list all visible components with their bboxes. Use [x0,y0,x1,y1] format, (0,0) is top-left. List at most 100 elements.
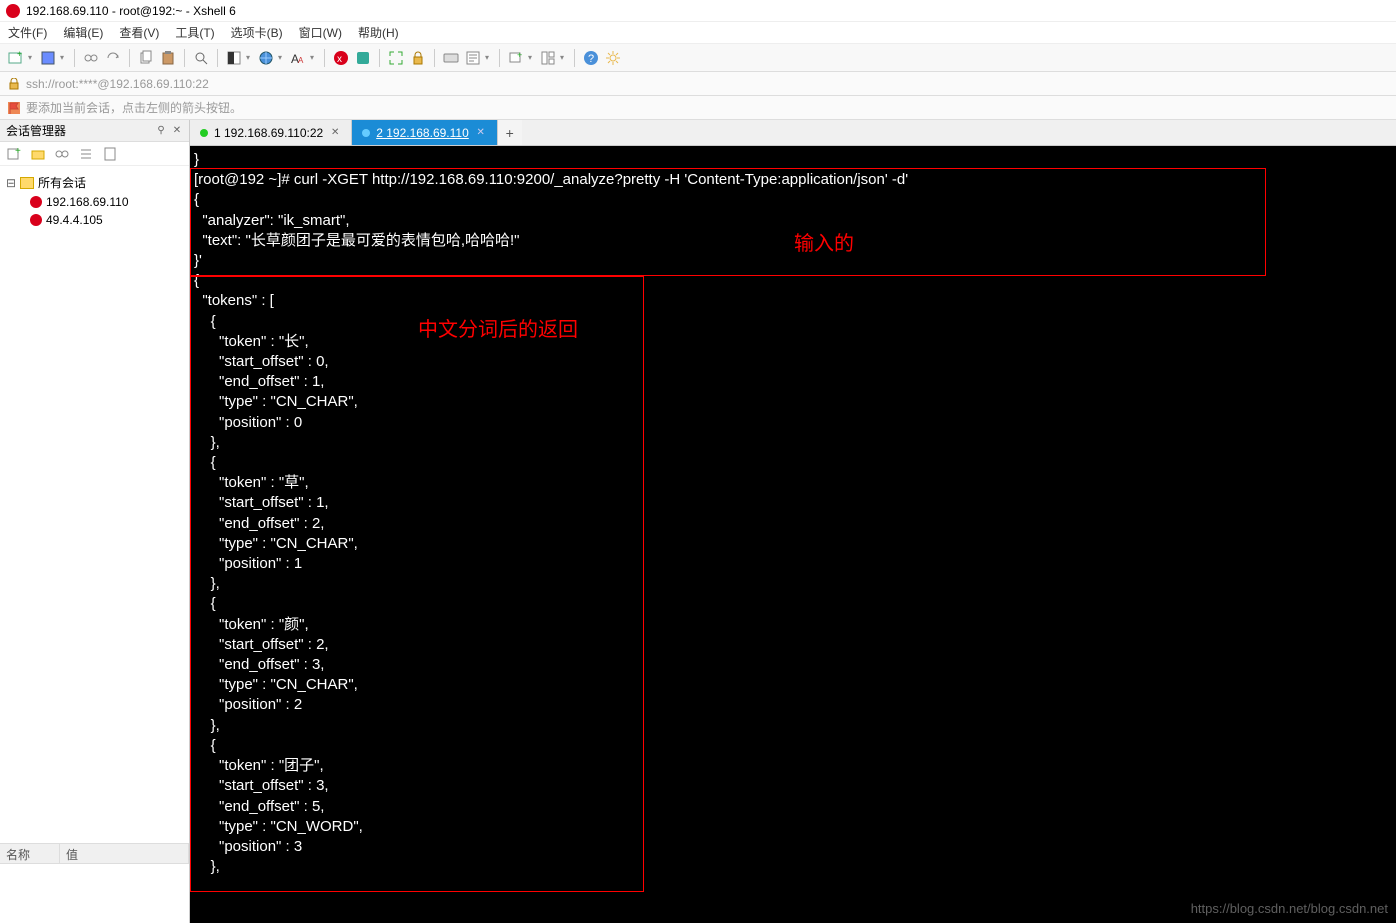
dropdown-icon[interactable]: ▾ [308,50,316,66]
dropdown-icon[interactable]: ▾ [244,50,252,66]
content-area: 1 192.168.69.110:22 ✕ 2 192.168.69.110 ✕… [190,120,1396,923]
toolbar-separator [324,49,325,67]
lock-icon [8,78,20,90]
color-scheme-icon[interactable] [226,50,242,66]
toolbar-separator [499,49,500,67]
menu-view[interactable]: 查看(V) [119,24,159,41]
list-icon[interactable] [78,146,94,162]
annotation-box-input [190,168,1266,276]
col-name[interactable]: 名称 [0,844,60,863]
window-title-bar: 192.168.69.110 - root@192:~ - Xshell 6 [0,0,1396,22]
tip-text: 要添加当前会话，点击左侧的箭头按钮。 [26,99,242,116]
address-bar: ssh://root:****@192.168.69.110:22 [0,72,1396,96]
toolbar-separator [184,49,185,67]
toolbar-separator [574,49,575,67]
dropdown-icon[interactable]: ▾ [558,50,566,66]
status-dot-icon [362,129,370,137]
reconnect-icon[interactable] [105,50,121,66]
tab-close-icon[interactable]: ✕ [475,127,487,139]
main-area: 会话管理器 ⚲ ✕ + ⊟ 所有会话 192.168.69.110 [0,120,1396,923]
svg-text:+: + [15,146,21,157]
fullscreen-icon[interactable] [388,50,404,66]
xshell-icon[interactable]: x [333,50,349,66]
sidebar-toolbar: + [0,142,189,166]
session-icon [30,196,42,208]
script-icon[interactable] [465,50,481,66]
globe-icon[interactable] [258,50,274,66]
properties-icon[interactable] [102,146,118,162]
toolbar-separator [217,49,218,67]
sidebar-columns: 名称 值 [0,843,189,863]
menu-edit[interactable]: 编辑(E) [63,24,103,41]
sidebar-detail-pane [0,863,189,923]
copy-icon[interactable] [138,50,154,66]
search-icon[interactable] [193,50,209,66]
tab-bar: 1 192.168.69.110:22 ✕ 2 192.168.69.110 ✕… [190,120,1396,146]
new-folder-icon[interactable] [30,146,46,162]
annotation-label-output: 中文分词后的返回 [418,320,578,340]
annotation-label-input: 输入的 [794,234,854,254]
settings-icon[interactable] [605,50,621,66]
menu-help[interactable]: 帮助(H) [358,24,399,41]
font-icon[interactable]: AA [290,50,306,66]
close-icon[interactable]: ✕ [171,125,183,137]
menu-file[interactable]: 文件(F) [8,24,47,41]
dropdown-icon[interactable]: ▾ [26,50,34,66]
lock-icon[interactable] [410,50,426,66]
menu-window[interactable]: 窗口(W) [299,24,342,41]
svg-text:x: x [337,54,342,65]
app-icon [6,4,20,18]
keyboard-icon[interactable] [443,50,459,66]
help-icon[interactable]: ? [583,50,599,66]
new-session-icon[interactable]: + [8,50,24,66]
terminal[interactable]: } [root@192 ~]# curl -XGET http://192.16… [190,146,1396,923]
tab-label: 2 192.168.69.110 [376,126,469,140]
menu-bar: 文件(F) 编辑(E) 查看(V) 工具(T) 选项卡(B) 窗口(W) 帮助(… [0,22,1396,44]
toolbar-separator [434,49,435,67]
window-title: 192.168.69.110 - root@192:~ - Xshell 6 [26,4,236,18]
expand-icon[interactable]: ⊟ [6,176,16,190]
session-label: 192.168.69.110 [46,195,129,209]
annotation-box-output [190,276,644,892]
dropdown-icon[interactable]: ▾ [276,50,284,66]
save-icon[interactable] [40,50,56,66]
watermark: https://blog.csdn.net/blog.csdn.net [1191,899,1388,919]
svg-text:?: ? [588,53,594,65]
session-sidebar: 会话管理器 ⚲ ✕ + ⊟ 所有会话 192.168.69.110 [0,120,190,923]
paste-icon[interactable] [160,50,176,66]
session-icon [30,214,42,226]
link-icon[interactable] [54,146,70,162]
address-text[interactable]: ssh://root:****@192.168.69.110:22 [26,77,209,91]
session-item[interactable]: 49.4.4.105 [6,211,183,229]
flag-icon [8,102,20,114]
disconnect-icon[interactable] [83,50,99,66]
status-dot-icon [200,129,208,137]
sidebar-title: 会话管理器 [6,122,66,139]
new-icon[interactable]: + [6,146,22,162]
tree-root[interactable]: ⊟ 所有会话 [6,172,183,193]
layout-icon[interactable] [540,50,556,66]
dropdown-icon[interactable]: ▾ [483,50,491,66]
session-item[interactable]: 192.168.69.110 [6,193,183,211]
toolbar: + ▾ ▾ ▾ ▾ AA ▾ x ▾ + ▾ ▾ ? [0,44,1396,72]
new-window-icon[interactable]: + [508,50,524,66]
dropdown-icon[interactable]: ▾ [526,50,534,66]
col-value[interactable]: 值 [60,844,189,863]
menu-tools[interactable]: 工具(T) [175,24,214,41]
menu-tab[interactable]: 选项卡(B) [231,24,283,41]
sidebar-header: 会话管理器 ⚲ ✕ [0,120,189,142]
folder-icon [20,177,34,189]
tab-session-1[interactable]: 1 192.168.69.110:22 ✕ [190,120,352,145]
session-tree: ⊟ 所有会话 192.168.69.110 49.4.4.105 [0,166,189,843]
tab-close-icon[interactable]: ✕ [329,127,341,139]
tree-root-label: 所有会话 [38,174,86,191]
svg-text:+: + [517,50,522,60]
tab-session-2[interactable]: 2 192.168.69.110 ✕ [352,120,498,145]
dropdown-icon[interactable]: ▾ [58,50,66,66]
pin-icon[interactable]: ⚲ [155,125,167,137]
xftp-icon[interactable] [355,50,371,66]
tab-add-button[interactable]: + [498,120,522,145]
tip-bar: 要添加当前会话，点击左侧的箭头按钮。 [0,96,1396,120]
toolbar-separator [379,49,380,67]
toolbar-separator [129,49,130,67]
